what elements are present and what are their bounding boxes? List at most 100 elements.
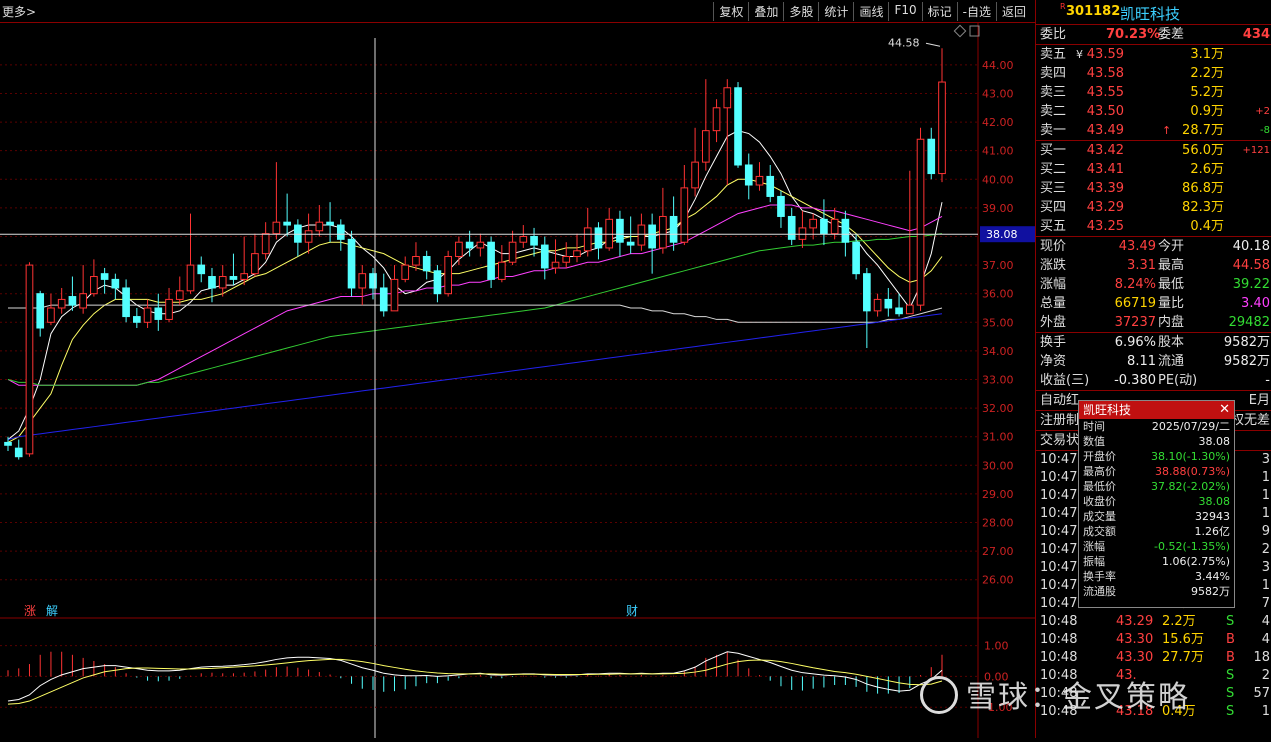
close-icon[interactable]: ✕ [1219,401,1230,419]
stat-row: 涨跌 3.31 最高 44.58 [1036,256,1271,275]
bid-row[interactable]: 买四 43.29 82.3万 [1036,198,1271,217]
stat-label: 换手 [1040,335,1067,350]
tick-time: 10:47 [1040,596,1078,611]
y-tick-label: 35.00 [982,316,1014,329]
popup-label: 流通股 [1083,585,1116,598]
toolbar-button[interactable]: -自选 [956,2,996,21]
yuan-icon: ¥ [1076,48,1083,61]
popup-row: 最低价 37.82(-2.02%) [1079,479,1234,494]
popup-label: 成交额 [1083,525,1116,538]
candle-body [240,273,249,280]
candle-body [712,107,721,132]
stat-label: 最高 [1158,258,1185,273]
candle-body [659,215,667,249]
info-left: 自动红 [1040,393,1080,408]
candle-body [744,164,753,186]
candle-body [820,218,828,235]
event-marker: 涨 [24,603,36,618]
macd-dea-line [7,658,943,705]
price-stats: 现价 43.49 今开 40.18 涨跌 3.31 最高 44.58 涨幅 8.24% 最低 39.2… [1036,237,1271,333]
bid-row[interactable]: 买五 43.25 0.4万 [1036,217,1271,236]
bid-row[interactable]: 买一 43.42 56.0万 +121 [1036,141,1271,160]
ask-price: 43.50 [1086,104,1124,119]
candle-body [873,298,882,312]
kline-chart-area[interactable]: 44.0043.0042.0041.0040.0039.0038.0037.00… [0,22,1036,738]
popup-label: 数值 [1083,435,1105,448]
y-tick-label: 34.00 [982,345,1014,358]
candle-body [36,293,45,329]
weibi-label: 委比 [1040,27,1067,42]
popup-value: 2025/07/29/二 [1151,420,1230,433]
toolbar-button[interactable]: 返回 [995,2,1031,21]
bid-volume: 86.8万 [1182,181,1224,196]
candle-body [143,307,152,323]
stat-label: 最低 [1158,277,1185,292]
stat-value: 3.31 [1127,258,1156,273]
info-left: 交易状 [1040,433,1080,448]
candle-body [444,256,452,295]
popup-title: 凯旺科技 [1083,403,1132,417]
stat-value: 3.40 [1241,296,1270,311]
candle-body [476,241,485,249]
popup-value: 38.08 [1198,435,1231,448]
watermark: 雪球：金叉策略 [966,680,1190,715]
popup-row: 最高价 38.88(0.73%) [1079,464,1234,479]
weibi-row: 委比 70.23% 委差 434 [1036,25,1271,45]
ask-volume: 2.2万 [1190,66,1224,81]
bid-label: 买一 [1040,143,1067,158]
diamond-icon [953,24,967,38]
kline-chart[interactable]: 44.0043.0042.0041.0040.0039.0038.0037.00… [0,22,1036,738]
candle-body [723,87,732,109]
tick-time: 10:47 [1040,488,1078,503]
ask-row[interactable]: 卖四 43.58 2.2万 [1036,64,1271,83]
bid-row[interactable]: 买二 43.41 2.6万 [1036,160,1271,179]
candle-body [347,238,356,289]
stat-value: 8.11 [1127,354,1156,369]
tick-count: 1 [1261,704,1270,719]
popup-label: 最高价 [1083,465,1116,478]
candle-body [938,81,946,175]
toolbar-button[interactable]: 统计 [818,2,853,21]
candle-body [701,130,710,163]
candle-body [669,215,678,243]
ask-label: 卖一 [1040,123,1067,138]
candle-body [175,290,184,300]
candle-body [519,235,528,243]
tick-time: 10:47 [1040,506,1078,521]
toolbar-button[interactable]: F10 [888,2,921,21]
bid-label: 买五 [1040,219,1067,234]
tick-side: S [1226,668,1235,683]
more-menu[interactable]: 更多> [2,3,36,20]
y-tick-label: 43.00 [982,87,1014,100]
popup-label: 收盘价 [1083,495,1116,508]
ask-volume: 28.7万 [1182,123,1224,138]
ask-label: 卖三 [1040,85,1067,100]
ask-row[interactable]: 卖五 ¥43.59 3.1万 [1036,45,1271,64]
ask-price: 43.59 [1086,47,1124,62]
tick-time: 10:48 [1040,614,1078,629]
ask-row[interactable]: 卖一 43.49 ↑ 28.7万 -8 [1036,121,1271,140]
tick-volume: 15.6万 [1162,632,1204,647]
toolbar-button[interactable]: 叠加 [748,2,783,21]
y-tick-label: 26.00 [982,574,1014,587]
candle-body [884,298,893,309]
candle-body [583,227,592,252]
bid-label: 买三 [1040,181,1067,196]
ask-price: 43.55 [1086,85,1124,100]
bid-row[interactable]: 买三 43.39 86.8万 [1036,179,1271,198]
candle-body [766,175,775,197]
candle-body [863,273,871,312]
toolbar-button[interactable]: 复权 [713,2,748,21]
toolbar-button[interactable]: 画线 [853,2,888,21]
tick-time: 10:47 [1040,560,1078,575]
ask-row[interactable]: 卖二 43.50 0.9万 +2 [1036,102,1271,121]
popup-row: 成交量 32943 [1079,509,1234,524]
popup-label: 成交量 [1083,510,1116,523]
ask-price: 43.49 [1086,123,1124,138]
tick-side: S [1226,704,1235,719]
ask-row[interactable]: 卖三 43.55 5.2万 [1036,83,1271,102]
toolbar-button[interactable]: 标记 [921,2,957,21]
stat-label: 现价 [1040,239,1067,254]
candle-body [916,138,925,306]
toolbar-button[interactable]: 多股 [783,2,818,21]
